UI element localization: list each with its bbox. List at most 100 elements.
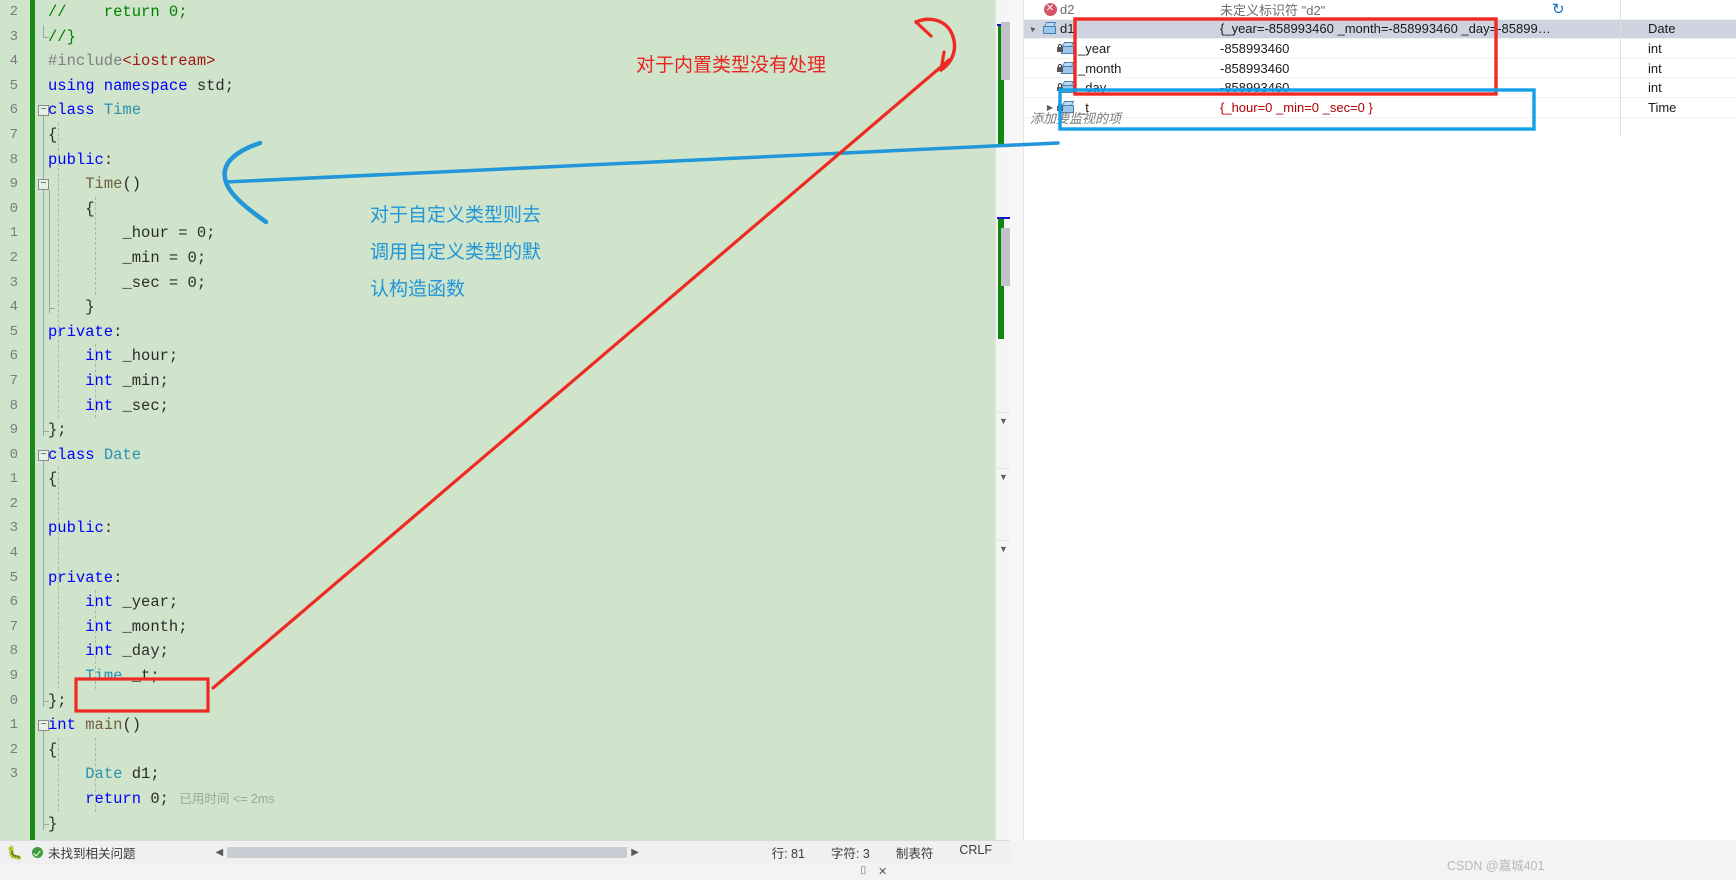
refresh-icon[interactable]: ↻ bbox=[1552, 0, 1565, 18]
line-number: 3 bbox=[9, 520, 18, 537]
scroll-down-arrow-3[interactable]: ▼ bbox=[996, 540, 1011, 557]
watermark: CSDN @嘉城401 bbox=[1447, 859, 1545, 873]
eol-indicator[interactable]: CRLF bbox=[959, 843, 992, 862]
code-token: //} bbox=[48, 27, 76, 46]
code-line[interactable] bbox=[48, 492, 908, 517]
scroll-down-arrow-2[interactable]: ▼ bbox=[996, 468, 1011, 485]
watch-type-cell: int bbox=[1648, 80, 1662, 96]
watch-row[interactable]: ▲ d1 {_year=-858993460 _month=-858993460 _… bbox=[1023, 19, 1736, 40]
code-line[interactable]: class Time bbox=[48, 98, 908, 123]
fold-guide-line bbox=[43, 460, 44, 707]
line-number: 3 bbox=[9, 28, 18, 45]
code-line[interactable]: int _min; bbox=[48, 369, 908, 394]
line-number: 9 bbox=[9, 176, 18, 193]
code-editor-pane[interactable]: 23456789012345678901234567890123 − − − − //… bbox=[0, 0, 1010, 840]
code-line[interactable]: private: bbox=[48, 566, 908, 591]
watch-name-cell[interactable]: _year bbox=[1078, 41, 1111, 56]
code-token: : bbox=[103, 150, 114, 169]
code-token: int bbox=[85, 347, 114, 366]
horizontal-scrollbar[interactable]: ◀ ▶ bbox=[216, 847, 639, 858]
code-line[interactable]: Time _t; bbox=[48, 664, 908, 689]
code-token: } bbox=[85, 298, 95, 317]
watch-name-cell[interactable]: d2 bbox=[1060, 2, 1074, 17]
add-watch-placeholder[interactable]: 添加要监视的项 bbox=[1024, 108, 1121, 128]
watch-row[interactable]: _year -858993460 int bbox=[1024, 39, 1736, 59]
cube-icon bbox=[1040, 22, 1060, 35]
watch-value-cell[interactable]: -858993460 bbox=[1220, 80, 1640, 95]
code-line[interactable]: return 0; 已用时间 <= 2ms bbox=[48, 787, 908, 812]
scrollbar-thumb-1[interactable] bbox=[1001, 22, 1010, 80]
code-line[interactable]: using namespace std; bbox=[48, 74, 908, 99]
code-text-area[interactable]: // return 0; //} #include<iostream> using n… bbox=[48, 0, 908, 836]
watch-value-cell[interactable]: 未定义标识符 "d2" bbox=[1220, 0, 1640, 19]
watch-window[interactable]: ✕ d2 未定义标识符 "d2" ▲ d1 {_year=-858993460 _mont… bbox=[1010, 0, 1736, 840]
expander-icon[interactable]: ▲ bbox=[1023, 20, 1041, 38]
code-token: Time bbox=[85, 667, 123, 686]
watch-value-cell[interactable]: -858993460 bbox=[1220, 61, 1640, 76]
code-line[interactable]: int _year; bbox=[48, 590, 908, 615]
code-token: int bbox=[85, 593, 114, 612]
code-token: std; bbox=[187, 76, 235, 95]
watch-row[interactable]: _month -858993460 int bbox=[1024, 59, 1736, 79]
hscroll-track[interactable] bbox=[227, 847, 628, 858]
code-line[interactable]: { bbox=[48, 738, 908, 763]
debug-bug-icon[interactable]: 🐛 bbox=[0, 845, 30, 861]
code-line[interactable]: public: bbox=[48, 516, 908, 541]
watch-row[interactable]: ✕ d2 未定义标识符 "d2" bbox=[1024, 0, 1736, 20]
watch-name-cell[interactable]: d1 bbox=[1060, 21, 1074, 36]
code-line[interactable]: public: bbox=[48, 148, 908, 173]
scroll-left-arrow-icon[interactable]: ◀ bbox=[216, 847, 224, 858]
watch-value-cell[interactable]: -858993460 bbox=[1220, 41, 1640, 56]
code-line[interactable]: int _sec; bbox=[48, 394, 908, 419]
watch-name-cell[interactable]: _day bbox=[1078, 80, 1106, 95]
watch-value-cell[interactable]: {_hour=0 _min=0 _sec=0 } bbox=[1220, 100, 1640, 115]
code-line[interactable]: Date d1; bbox=[48, 762, 908, 787]
code-line[interactable]: { bbox=[48, 467, 908, 492]
code-line[interactable]: int _day; bbox=[48, 639, 908, 664]
code-line[interactable]: }; bbox=[48, 689, 908, 714]
scrollbar-thumb-2[interactable] bbox=[1001, 228, 1010, 286]
change-indicator-bar bbox=[30, 0, 35, 840]
hscroll-thumb[interactable] bbox=[227, 847, 628, 858]
panel-close-icon[interactable]: ✕ bbox=[878, 865, 887, 878]
code-line[interactable]: //} bbox=[48, 25, 908, 50]
code-token: int bbox=[85, 617, 114, 636]
line-number: 5 bbox=[9, 569, 18, 586]
scroll-right-arrow-icon[interactable]: ▶ bbox=[631, 847, 639, 858]
code-token: _year; bbox=[113, 593, 179, 612]
column-indicator[interactable]: 字符: 3 bbox=[831, 843, 870, 862]
watch-row[interactable]: ▶ _t {_hour=0 _min=0 _sec=0 } Time bbox=[1024, 98, 1736, 118]
code-token: public bbox=[48, 519, 104, 538]
code-line[interactable]: // return 0; bbox=[48, 0, 908, 25]
code-line[interactable] bbox=[48, 541, 908, 566]
indent-guide bbox=[58, 738, 59, 812]
problems-indicator[interactable]: 未找到相关问题 bbox=[32, 843, 136, 862]
code-line[interactable]: int _month; bbox=[48, 615, 908, 640]
tab-indicator[interactable]: 制表符 bbox=[896, 843, 934, 862]
panel-dock-icon[interactable]: ⌷ bbox=[860, 865, 867, 878]
code-token: int bbox=[85, 642, 114, 661]
code-token: using namespace bbox=[48, 76, 188, 95]
line-indicator[interactable]: 行: 81 bbox=[772, 843, 805, 862]
code-token: _sec; bbox=[113, 396, 169, 415]
line-number: 5 bbox=[9, 77, 18, 94]
code-line[interactable]: } bbox=[48, 812, 908, 837]
watch-row[interactable]: _day -858993460 int bbox=[1024, 78, 1736, 98]
code-token: _min = 0; bbox=[122, 248, 207, 267]
code-line[interactable]: class Date bbox=[48, 443, 908, 468]
watch-value-cell[interactable]: {_year=-858993460 _month=-858993460 _day… bbox=[1220, 21, 1640, 36]
code-line[interactable]: private: bbox=[48, 320, 908, 345]
watch-name-cell[interactable]: _month bbox=[1078, 61, 1121, 76]
scroll-down-arrow-1[interactable]: ▼ bbox=[996, 412, 1011, 429]
code-line[interactable]: }; bbox=[48, 418, 908, 443]
code-line[interactable]: int _hour; bbox=[48, 344, 908, 369]
code-token: }; bbox=[48, 691, 67, 710]
code-token: : bbox=[113, 322, 123, 341]
code-line[interactable]: int main() bbox=[48, 713, 908, 738]
editor-scrollbar[interactable]: ▼ ▼ ▼ bbox=[995, 0, 1011, 840]
code-token: } bbox=[48, 814, 58, 833]
code-line[interactable]: Time() bbox=[48, 172, 908, 197]
code-line[interactable]: { bbox=[48, 123, 908, 148]
